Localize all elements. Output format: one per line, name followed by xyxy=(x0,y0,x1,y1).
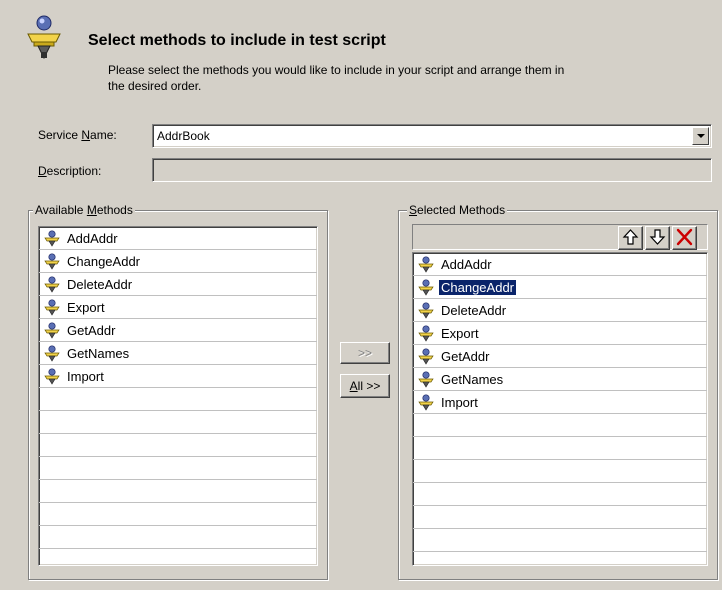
list-item[interactable]: GetNames xyxy=(413,368,707,391)
description-label: Description: xyxy=(38,164,101,178)
list-item-label: AddAddr xyxy=(441,257,492,272)
move-down-button[interactable] xyxy=(645,226,670,250)
description-field xyxy=(152,158,712,182)
list-item-label: DeleteAddr xyxy=(441,303,507,318)
list-item[interactable]: DeleteAddr xyxy=(413,299,707,322)
chevron-down-icon[interactable] xyxy=(692,127,709,145)
method-icon xyxy=(417,371,435,388)
available-methods-legend: Available Methods xyxy=(33,203,135,217)
list-item[interactable]: Import xyxy=(413,391,707,414)
empty-row[interactable] xyxy=(39,388,317,411)
method-icon xyxy=(417,279,435,296)
list-item[interactable]: AddAddr xyxy=(39,227,317,250)
list-item-label: ChangeAddr xyxy=(438,279,517,296)
arrow-up-icon xyxy=(622,229,639,245)
method-icon xyxy=(417,394,435,411)
service-name-label-prefix: Service xyxy=(38,128,82,142)
service-name-label-key: N xyxy=(81,128,91,142)
list-item-label: GetNames xyxy=(67,346,130,361)
delete-x-icon xyxy=(676,228,693,246)
list-item-label: Export xyxy=(67,300,105,315)
list-item[interactable]: Import xyxy=(39,365,317,388)
list-item-label: GetAddr xyxy=(441,349,490,364)
list-item[interactable]: DeleteAddr xyxy=(39,273,317,296)
list-item-label: DeleteAddr xyxy=(67,277,133,292)
service-name-value: AddrBook xyxy=(157,129,210,143)
dialog: Select methods to include in test script… xyxy=(0,0,722,590)
empty-row[interactable] xyxy=(39,411,317,434)
method-icon xyxy=(417,325,435,342)
arrow-down-icon xyxy=(649,229,666,245)
page-subtitle: Please select the methods you would like… xyxy=(108,63,565,93)
selected-legend-suffix: elected Methods xyxy=(417,203,506,217)
list-item-label: Export xyxy=(441,326,479,341)
available-legend-prefix: Available xyxy=(35,203,87,217)
list-item[interactable]: Export xyxy=(39,296,317,319)
method-icon xyxy=(43,345,61,362)
method-icon xyxy=(43,322,61,339)
empty-row[interactable] xyxy=(413,460,707,483)
method-icon xyxy=(43,276,61,293)
selected-methods-legend: Selected Methods xyxy=(407,203,508,217)
list-item-label: Import xyxy=(441,395,478,410)
available-methods-list[interactable]: AddAddr ChangeAddr DeleteAddr Export GetAddr… xyxy=(38,226,318,566)
method-wizard-icon xyxy=(27,15,61,60)
list-item[interactable]: GetAddr xyxy=(39,319,317,342)
available-legend-suffix: ethods xyxy=(96,203,133,217)
method-icon xyxy=(43,368,61,385)
method-icon xyxy=(417,348,435,365)
method-icon xyxy=(417,302,435,319)
empty-row[interactable] xyxy=(39,549,317,565)
list-item[interactable]: ChangeAddr xyxy=(413,276,707,299)
add-button[interactable]: >> xyxy=(340,342,390,364)
available-legend-key: M xyxy=(86,203,97,217)
empty-row[interactable] xyxy=(39,503,317,526)
selected-legend-key: S xyxy=(409,203,418,217)
selected-methods-list[interactable]: AddAddr ChangeAddr DeleteAddr Export GetAddr… xyxy=(412,252,708,566)
list-item[interactable]: GetNames xyxy=(39,342,317,365)
empty-row[interactable] xyxy=(413,414,707,437)
empty-row[interactable] xyxy=(413,437,707,460)
empty-row[interactable] xyxy=(413,529,707,552)
service-name-label: Service Name: xyxy=(38,128,117,142)
empty-row[interactable] xyxy=(413,552,707,565)
list-item-label: GetAddr xyxy=(67,323,116,338)
description-label-key: D xyxy=(38,164,47,178)
method-icon xyxy=(417,256,435,273)
service-name-combobox[interactable]: AddrBook xyxy=(152,124,712,148)
list-item[interactable]: GetAddr xyxy=(413,345,707,368)
empty-row[interactable] xyxy=(39,526,317,549)
empty-row[interactable] xyxy=(39,434,317,457)
list-item[interactable]: AddAddr xyxy=(413,253,707,276)
add-all-button[interactable]: All >> xyxy=(340,374,390,398)
method-icon xyxy=(43,230,61,247)
method-icon xyxy=(43,253,61,270)
add-all-key: A xyxy=(349,379,358,393)
list-item[interactable]: ChangeAddr xyxy=(39,250,317,273)
page-title: Select methods to include in test script xyxy=(88,32,386,49)
empty-row[interactable] xyxy=(39,457,317,480)
list-item-label: Import xyxy=(67,369,104,384)
list-item-label: GetNames xyxy=(441,372,504,387)
method-icon xyxy=(43,299,61,316)
move-up-button[interactable] xyxy=(618,226,643,250)
service-name-label-suffix: ame: xyxy=(90,128,117,142)
remove-button[interactable] xyxy=(672,226,697,250)
empty-row[interactable] xyxy=(413,483,707,506)
list-item[interactable]: Export xyxy=(413,322,707,345)
list-item-label: AddAddr xyxy=(67,231,118,246)
add-all-rest: ll >> xyxy=(357,379,381,393)
empty-row[interactable] xyxy=(39,480,317,503)
empty-row[interactable] xyxy=(413,506,707,529)
list-item-label: ChangeAddr xyxy=(67,254,140,269)
description-label-suffix: escription: xyxy=(46,164,102,178)
